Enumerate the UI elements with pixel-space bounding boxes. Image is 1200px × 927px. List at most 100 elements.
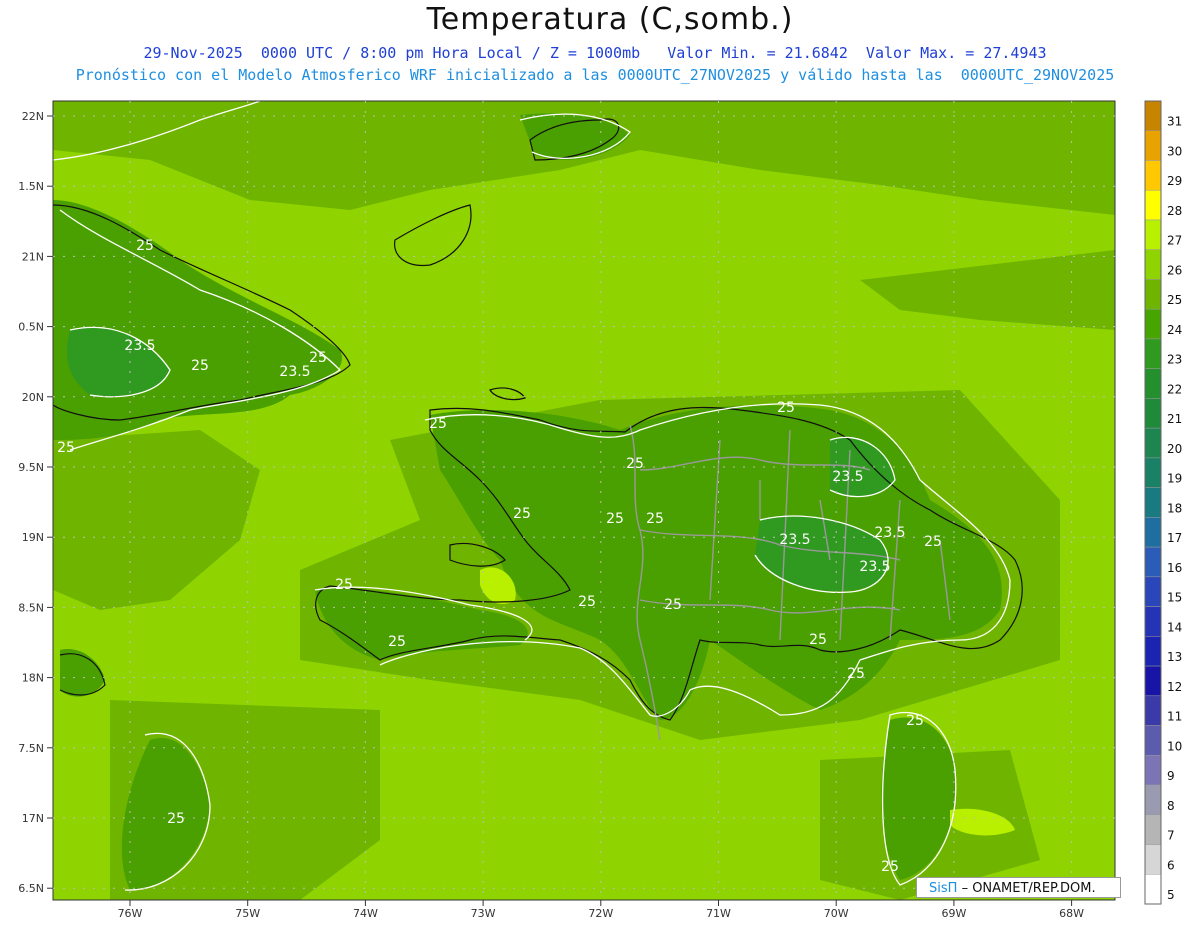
colorbar-label: 23 — [1167, 353, 1182, 367]
lon-label: 71W — [706, 907, 731, 920]
lat-label: 22N — [22, 110, 44, 123]
colorbar-swatch — [1144, 517, 1162, 548]
colorbar-label: 30 — [1167, 144, 1182, 158]
contour-label: 25 — [809, 632, 827, 648]
temperature-colorbar: 31 30 29 28 27 26 25 24 23 22 21 20 19 18 17 16 15 14 13 12… — [1144, 100, 1182, 905]
colorbar-swatch — [1144, 874, 1162, 905]
latitude-axis: 22N 1.5N 21N 0.5N 20N 9.5N 19N 8.5N 18N 7.5N 17N 6.… — [18, 110, 53, 895]
colorbar-label: 26 — [1167, 263, 1182, 277]
contour-label: 25 — [847, 666, 865, 682]
colorbar-label: 9 — [1167, 769, 1175, 783]
lat-label: 21N — [22, 250, 44, 263]
colorbar-label: 18 — [1167, 501, 1182, 515]
lon-label: 73W — [471, 907, 496, 920]
contour-label: 25 — [191, 358, 209, 374]
colorbar-swatch — [1144, 636, 1162, 667]
colorbar-label: 21 — [1167, 412, 1182, 426]
colorbar-swatch — [1144, 308, 1162, 340]
temperature-map: 2523.52523.52525252523.525 25 2523.5 23.525… — [18, 100, 1182, 920]
colorbar-swatch — [1144, 844, 1162, 875]
credit-box: SisΠ – ONAMET/REP.DOM. — [916, 877, 1121, 898]
lat-label: 18N — [22, 672, 44, 685]
colorbar-label: 16 — [1167, 561, 1182, 575]
colorbar-label: 22 — [1167, 382, 1182, 396]
colorbar-swatch — [1144, 130, 1162, 161]
colorbar-label: 11 — [1167, 710, 1182, 724]
lon-label: 69W — [941, 907, 966, 920]
lon-label: 74W — [353, 907, 378, 920]
colorbar-label: 10 — [1167, 739, 1182, 753]
contour-label: 25 — [664, 597, 682, 613]
colorbar-label: 13 — [1167, 650, 1182, 664]
contour-label: 23.5 — [279, 364, 310, 380]
colorbar-label: 29 — [1167, 174, 1182, 188]
colorbar-swatch — [1144, 814, 1162, 845]
lat-label: 19N — [22, 531, 44, 544]
lon-label: 68W — [1059, 907, 1084, 920]
colorbar-swatch — [1144, 368, 1162, 399]
colorbar-swatch — [1144, 160, 1162, 191]
colorbar-label: 12 — [1167, 680, 1182, 694]
contour-label: 25 — [309, 350, 327, 366]
contour-label: 25 — [136, 238, 154, 254]
lat-label: 9.5N — [18, 461, 44, 474]
contour-label: 25 — [167, 811, 185, 827]
contour-label: 25 — [335, 577, 353, 593]
colorbar-swatch — [1144, 695, 1162, 726]
colorbar-label: 14 — [1167, 620, 1182, 634]
lat-label: 20N — [22, 391, 44, 404]
lon-label: 72W — [588, 907, 613, 920]
colorbar-swatch — [1144, 606, 1162, 637]
colorbar-swatch — [1144, 338, 1162, 369]
colorbar-label: 24 — [1167, 323, 1182, 337]
colorbar-swatch — [1144, 755, 1162, 786]
lon-label: 70W — [824, 907, 849, 920]
contour-label: 25 — [388, 634, 406, 650]
contour-label: 25 — [924, 534, 942, 550]
contour-label: 23.5 — [874, 525, 905, 541]
colorbar-label: 28 — [1167, 204, 1182, 218]
lon-label: 76W — [118, 907, 143, 920]
colorbar-swatch — [1144, 249, 1162, 280]
lat-label: 7.5N — [18, 742, 44, 755]
colorbar-swatch — [1144, 457, 1162, 488]
colorbar-label: 25 — [1167, 293, 1182, 307]
lon-label: 75W — [235, 907, 260, 920]
colorbar-label: 27 — [1167, 234, 1182, 248]
colorbar-label: 19 — [1167, 472, 1182, 486]
colorbar-swatch — [1144, 427, 1162, 459]
contour-label: 25 — [606, 511, 624, 527]
sispi-brand: SisΠ — [929, 881, 958, 896]
contour-label: 23.5 — [859, 559, 890, 575]
contour-label: 25 — [777, 400, 795, 416]
contour-label: 25 — [626, 456, 644, 472]
colorbar-swatch — [1144, 576, 1162, 607]
colorbar-label: 5 — [1167, 888, 1175, 902]
colorbar-swatch — [1144, 189, 1162, 221]
contour-label: 25 — [429, 416, 447, 432]
colorbar-label: 7 — [1167, 829, 1175, 843]
colorbar-swatch — [1144, 725, 1162, 756]
colorbar-swatch — [1144, 398, 1162, 429]
colorbar-label: 15 — [1167, 591, 1182, 605]
colorbar-swatch — [1144, 100, 1162, 131]
lat-label: 1.5N — [18, 180, 44, 193]
lat-label: 17N — [22, 812, 44, 825]
colorbar-swatch — [1144, 219, 1162, 250]
colorbar-label: 8 — [1167, 799, 1175, 813]
contour-label: 25 — [57, 440, 75, 456]
contour-label: 25 — [906, 713, 924, 729]
lat-label: 0.5N — [18, 321, 44, 334]
lat-label: 6.5N — [18, 882, 44, 895]
contour-label: 25 — [513, 506, 531, 522]
contour-label: 25 — [881, 859, 899, 875]
contour-label: 25 — [646, 511, 664, 527]
lat-label: 8.5N — [18, 601, 44, 614]
colorbar-swatch — [1144, 784, 1162, 816]
contour-label: 23.5 — [832, 469, 863, 485]
colorbar-label: 17 — [1167, 531, 1182, 545]
colorbar-label: 20 — [1167, 442, 1182, 456]
colorbar-swatch — [1144, 665, 1162, 697]
contour-label: 23.5 — [124, 338, 155, 354]
colorbar-label: 6 — [1167, 858, 1175, 872]
